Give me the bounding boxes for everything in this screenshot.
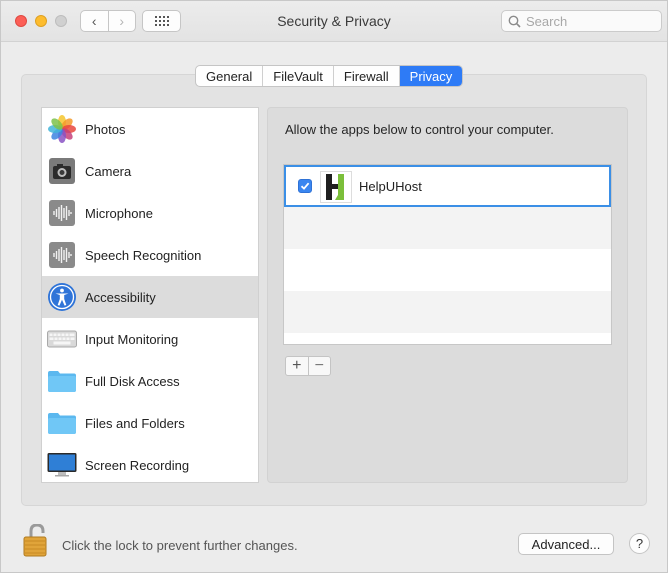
add-app-button[interactable]: + bbox=[286, 357, 308, 375]
lock-status-text: Click the lock to prevent further change… bbox=[62, 538, 298, 553]
app-row-helpuhost[interactable]: HelpUHost bbox=[284, 165, 611, 207]
sidebar-item-files-and-folders[interactable]: Files and Folders bbox=[42, 402, 258, 444]
sidebar-item-speech-recognition[interactable]: Speech Recognition bbox=[42, 234, 258, 276]
folder-icon bbox=[47, 408, 77, 438]
helpuhost-app-icon bbox=[320, 171, 352, 203]
accessibility-icon bbox=[47, 282, 77, 312]
sidebar-item-label: Full Disk Access bbox=[85, 373, 180, 389]
tab-privacy[interactable]: Privacy bbox=[398, 66, 463, 86]
instruction-text: Allow the apps below to control your com… bbox=[285, 122, 554, 137]
app-name: HelpUHost bbox=[359, 179, 422, 194]
sidebar-item-input-monitoring[interactable]: Input Monitoring bbox=[42, 318, 258, 360]
sidebar-item-label: Input Monitoring bbox=[85, 331, 179, 347]
display-icon bbox=[47, 450, 77, 480]
tab-filevault[interactable]: FileVault bbox=[262, 66, 333, 86]
sidebar-item-label: Photos bbox=[85, 121, 126, 137]
app-enabled-checkbox[interactable] bbox=[298, 179, 312, 193]
search-placeholder: Search bbox=[526, 13, 568, 29]
title-bar: ‹ › Security & Privacy Search bbox=[1, 1, 667, 42]
sidebar-item-label: Speech Recognition bbox=[85, 247, 202, 263]
search-field[interactable]: Search bbox=[501, 10, 662, 32]
sidebar-item-label: Screen Recording bbox=[85, 457, 190, 473]
app-row-empty bbox=[284, 207, 611, 249]
lock-open-icon bbox=[23, 523, 47, 557]
keyboard-icon bbox=[47, 324, 77, 354]
remove-app-button[interactable]: − bbox=[307, 357, 331, 375]
sidebar-item-label: Camera bbox=[85, 163, 132, 179]
app-row-empty bbox=[284, 291, 611, 333]
camera-icon bbox=[47, 156, 77, 186]
tab-firewall[interactable]: Firewall bbox=[332, 66, 399, 86]
photos-icon bbox=[47, 114, 77, 144]
sidebar-item-microphone[interactable]: Microphone bbox=[42, 192, 258, 234]
speech-recognition-icon bbox=[47, 240, 77, 270]
sidebar-item-label: Accessibility bbox=[85, 289, 156, 305]
folder-icon bbox=[47, 366, 77, 396]
checkmark-icon bbox=[300, 182, 310, 190]
microphone-icon bbox=[47, 198, 77, 228]
sidebar-item-label: Microphone bbox=[85, 205, 153, 221]
sidebar-item-label: Files and Folders bbox=[85, 415, 185, 431]
window: ‹ › Security & Privacy Search General Fi… bbox=[0, 0, 668, 573]
app-list[interactable]: HelpUHost bbox=[283, 164, 612, 345]
add-remove-controls: + − bbox=[285, 356, 331, 376]
sidebar-item-screen-recording[interactable]: Screen Recording bbox=[42, 444, 258, 482]
search-icon bbox=[508, 15, 521, 28]
sidebar-item-full-disk-access[interactable]: Full Disk Access bbox=[42, 360, 258, 402]
help-button[interactable]: ? bbox=[629, 533, 650, 554]
app-row-empty bbox=[284, 249, 611, 291]
sidebar-item-accessibility[interactable]: Accessibility bbox=[42, 276, 258, 318]
sidebar-item-camera[interactable]: Camera bbox=[42, 150, 258, 192]
sidebar-item-photos[interactable]: Photos bbox=[42, 108, 258, 150]
advanced-button[interactable]: Advanced... bbox=[518, 533, 614, 555]
lock-button[interactable] bbox=[21, 523, 53, 558]
privacy-category-list[interactable]: Photos Camera Microphone Speech Recognit… bbox=[41, 107, 259, 483]
tab-bar: General FileVault Firewall Privacy bbox=[195, 65, 464, 87]
tab-general[interactable]: General bbox=[196, 66, 262, 86]
